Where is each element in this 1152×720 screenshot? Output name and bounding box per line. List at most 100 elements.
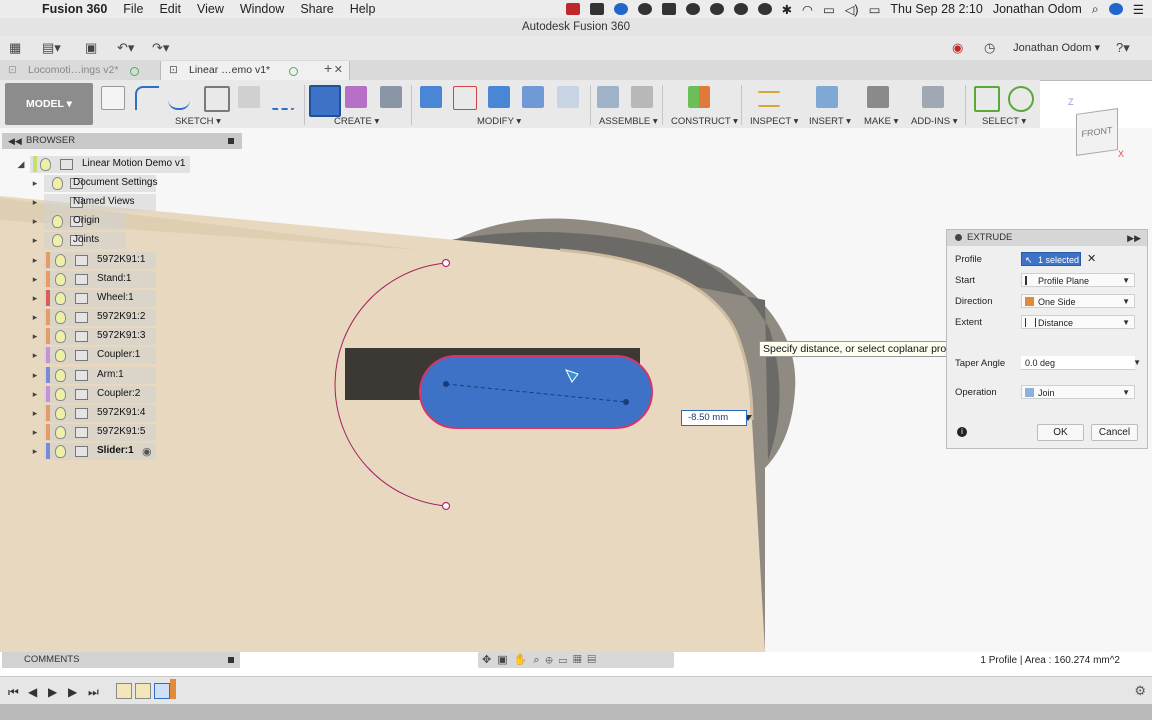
extrude-icon[interactable] [309, 85, 341, 117]
tree-item[interactable]: ▸ Named Views [30, 193, 160, 211]
insert-group[interactable]: INSERT ▾ [809, 116, 851, 127]
selected-profile[interactable] [419, 355, 653, 429]
menu-view[interactable]: View [189, 2, 232, 16]
inspect-group[interactable]: INSPECT ▾ [750, 116, 798, 127]
zoom-icon[interactable]: ⌕ [533, 654, 545, 666]
visibility-bulb-icon[interactable] [52, 177, 63, 190]
timeline-settings-icon[interactable]: ⚙ [1134, 683, 1146, 699]
viewports-icon[interactable]: ▤ [587, 654, 601, 666]
expand-arrow-icon[interactable]: ◢ [16, 155, 26, 173]
wifi-icon[interactable]: ◠ [802, 2, 813, 17]
form-icon[interactable] [345, 86, 367, 108]
menu-file[interactable]: File [115, 2, 151, 16]
spotlight-icon[interactable]: ⌕ [1092, 2, 1099, 17]
dialog-pin-icon[interactable] [955, 234, 962, 241]
pin-icon[interactable] [228, 138, 234, 144]
visibility-bulb-icon[interactable] [52, 215, 63, 228]
record-icon[interactable] [565, 3, 580, 15]
siri-icon[interactable] [1108, 3, 1123, 15]
expand-arrow-icon[interactable]: ▸ [30, 251, 40, 269]
display-settings-icon[interactable]: ▭ [559, 654, 573, 666]
notification-center-icon[interactable]: ☰ [1133, 2, 1144, 17]
assemble-group[interactable]: ASSEMBLE ▾ [599, 116, 658, 127]
record-button-icon[interactable]: ◉ [952, 40, 963, 56]
visibility-bulb-icon[interactable] [55, 445, 66, 458]
sync-icon[interactable] [685, 3, 700, 15]
modify-group[interactable]: MODIFY ▾ [477, 116, 521, 127]
arc-icon[interactable] [168, 86, 190, 110]
menu-share[interactable]: Share [292, 2, 341, 16]
app-tray-icon[interactable] [613, 3, 628, 15]
fit-icon[interactable]: ⊕ [546, 654, 559, 666]
target-icon[interactable] [709, 3, 724, 15]
shell-icon[interactable] [488, 86, 510, 108]
info-icon[interactable]: i [957, 427, 967, 437]
account-menu[interactable]: Jonathan Odom ▾ [1013, 41, 1100, 54]
menu-window[interactable]: Window [232, 2, 292, 16]
timeline-marker[interactable] [170, 679, 176, 699]
expand-arrow-icon[interactable]: ▸ [30, 174, 40, 192]
visibility-bulb-icon[interactable] [55, 330, 66, 343]
workspace-switcher[interactable]: MODEL ▾ [5, 83, 93, 125]
construct-group[interactable]: CONSTRUCT ▾ [671, 116, 738, 127]
tree-item[interactable]: ▸ 5972K91:5 [30, 423, 160, 441]
grid-settings-icon[interactable]: ▦ [573, 654, 587, 666]
mirror-icon[interactable] [238, 86, 260, 108]
visibility-bulb-icon[interactable] [55, 426, 66, 439]
start-dropdown[interactable]: Profile Plane ▼ [1021, 273, 1135, 287]
distance-input[interactable]: -8.50 mm [681, 410, 747, 426]
split-icon[interactable] [557, 86, 579, 108]
expand-arrow-icon[interactable]: ▸ [30, 366, 40, 384]
make-group[interactable]: MAKE ▾ [864, 116, 898, 127]
tab-locomotion[interactable]: ⊡ Locomoti…ings v2* ✕ [0, 61, 186, 80]
tree-root[interactable]: ◢ Linear Motion Demo v1 [16, 155, 196, 173]
visibility-bulb-icon[interactable] [55, 369, 66, 382]
help-icon[interactable]: ?▾ [1116, 40, 1130, 56]
grid-tray-icon[interactable] [589, 3, 604, 15]
ok-button[interactable]: OK [1037, 424, 1084, 441]
timeline-sketch-icon[interactable] [116, 683, 132, 699]
expand-arrow-icon[interactable]: ▸ [30, 193, 40, 211]
activate-component-icon[interactable]: ◉ [142, 445, 152, 458]
cloud-icon[interactable] [637, 3, 652, 15]
measure-icon[interactable] [758, 91, 780, 107]
expand-arrow-icon[interactable]: ▸ [30, 346, 40, 364]
menu-app[interactable]: Fusion 360 [42, 2, 115, 16]
project-icon[interactable] [272, 86, 294, 110]
chamfer-icon[interactable] [522, 86, 544, 108]
tree-item[interactable]: ▸ Slider:1 [30, 442, 160, 460]
insert-image-icon[interactable] [816, 86, 838, 108]
visibility-bulb-icon[interactable] [40, 158, 51, 171]
menu-edit[interactable]: Edit [151, 2, 189, 16]
line-icon[interactable] [135, 86, 159, 110]
airplay-icon[interactable]: ▭ [823, 2, 835, 17]
arc-endpoint[interactable] [441, 258, 451, 268]
add-ins-group[interactable]: ADD-INS ▾ [911, 116, 957, 127]
expand-arrow-icon[interactable]: ▸ [30, 385, 40, 403]
expand-arrow-icon[interactable]: ▸ [30, 327, 40, 345]
timeline-sketch-icon[interactable] [135, 683, 151, 699]
clear-selection-icon[interactable]: ✕ [1087, 252, 1096, 265]
tree-item[interactable]: ▸ Arm:1 [30, 366, 160, 384]
extent-dropdown[interactable]: Distance ▼ [1021, 315, 1135, 329]
menu-help[interactable]: Help [342, 2, 384, 16]
visibility-bulb-icon[interactable] [55, 292, 66, 305]
visibility-bulb-icon[interactable] [55, 273, 66, 286]
job-status-icon[interactable]: ◷ [984, 40, 995, 56]
file-menu-icon[interactable]: ▤▾ [42, 40, 61, 56]
tree-item[interactable]: ▸ Wheel:1 [30, 289, 160, 307]
construct-plane-icon[interactable] [688, 86, 710, 108]
data-panel-icon[interactable]: ▦ [9, 40, 21, 56]
cancel-button[interactable]: Cancel [1091, 424, 1138, 441]
arc-endpoint[interactable] [441, 501, 451, 511]
press-pull-icon[interactable] [420, 86, 442, 108]
operation-dropdown[interactable]: Join ▼ [1021, 385, 1135, 399]
create-group[interactable]: CREATE ▾ [334, 116, 379, 127]
step-forward-icon[interactable]: ▶ [68, 685, 77, 699]
shield-tray-icon[interactable] [661, 3, 676, 15]
scripts-icon[interactable] [922, 86, 944, 108]
new-tab-icon[interactable]: + [324, 60, 332, 76]
visibility-bulb-icon[interactable] [55, 254, 66, 267]
tab-linear-motion[interactable]: ⊡ Linear …emo v1* ✕ [160, 61, 350, 80]
volume-icon[interactable]: ◁) [845, 2, 859, 17]
